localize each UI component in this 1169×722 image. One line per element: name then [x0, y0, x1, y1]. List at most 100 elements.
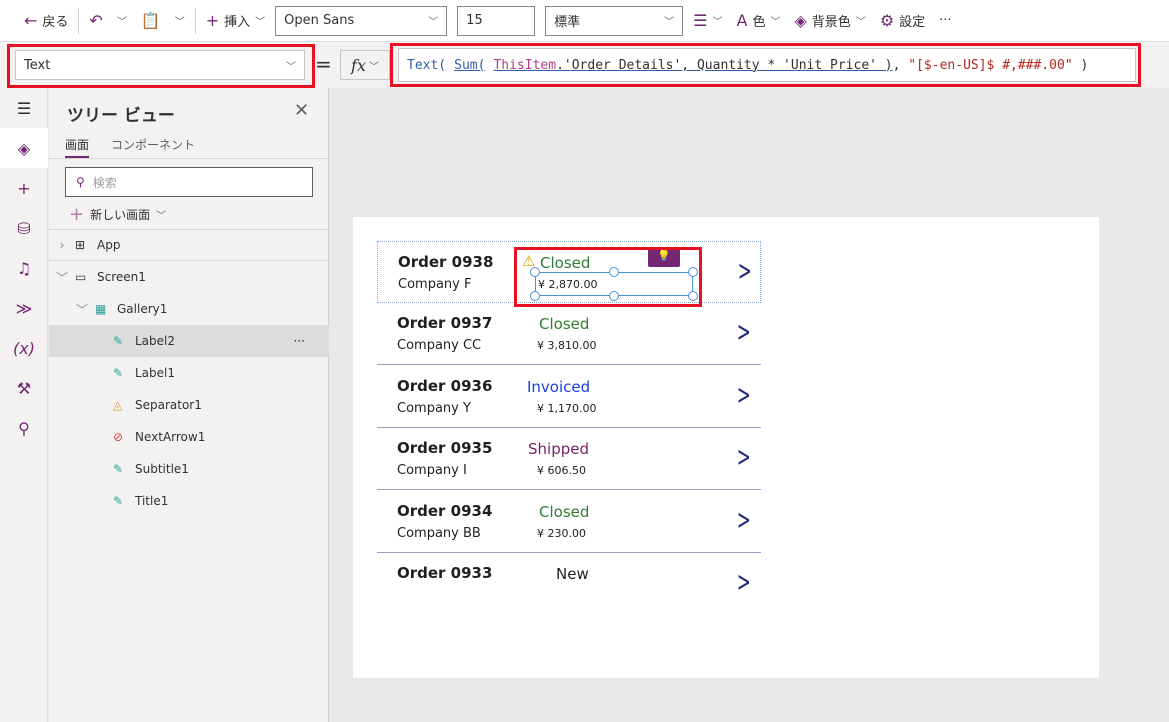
search-input[interactable]: ⚲ 検索: [65, 167, 313, 197]
company-subtitle: Company I: [397, 463, 467, 479]
tree-node-nextarrow1[interactable]: ⊘ NextArrow1: [49, 421, 329, 453]
settings-button[interactable]: ⚙ 設定: [876, 11, 929, 30]
next-arrow-icon[interactable]: >: [738, 254, 752, 287]
order-title: Order 0938: [398, 253, 494, 271]
status-label: Closed: [539, 315, 590, 334]
gallery-item[interactable]: Order 0937 Company CC Closed ¥ 3,810.00 …: [377, 303, 761, 366]
next-arrow-icon[interactable]: >: [737, 565, 751, 593]
plus-icon[interactable]: +: [0, 168, 48, 208]
power-automate-icon[interactable]: ≫: [0, 288, 48, 328]
next-arrow-icon[interactable]: >: [737, 503, 751, 536]
tree-node-title1[interactable]: ✎ Title1: [49, 485, 329, 517]
paste-button[interactable]: 📋: [137, 11, 165, 30]
order-title: Order 0934: [397, 501, 493, 520]
label-icon: ✎: [113, 494, 124, 508]
gallery-item[interactable]: Order 0938 Company F Closed ¥ 2,870.00 >…: [377, 241, 761, 307]
font-size-input[interactable]: 15: [457, 5, 536, 36]
order-title: Order 0936: [397, 376, 493, 395]
tree-node-label1[interactable]: ✎ Label1: [49, 357, 329, 389]
status-label: Invoiced: [527, 377, 591, 396]
align-button[interactable]: ☰ ﹀: [689, 11, 726, 30]
highlight-box: [390, 43, 1141, 87]
gallery-item[interactable]: Order 0936 Company Y Invoiced ¥ 1,170.00…: [377, 366, 761, 428]
chevron-down-icon: ﹀: [428, 17, 439, 28]
search-icon: ⚲: [76, 175, 85, 189]
equals-sign: =: [315, 52, 332, 76]
divider: [194, 7, 196, 34]
tree-node-subtitle1[interactable]: ✎ Subtitle1: [49, 453, 329, 485]
status-label: New: [556, 565, 589, 583]
chevron-down-icon: ﹀: [174, 17, 185, 28]
screen-icon: ▭: [75, 270, 87, 284]
new-screen-button[interactable]: + 新しい画面 ﹀: [69, 204, 166, 225]
formula-bar: Text ﹀ = fx ﹀ Text(Sum(ThisItem .'Order Det…: [0, 42, 1169, 88]
amount-label: ¥ 3,810.00: [537, 339, 597, 353]
background-color-button[interactable]: ◈ 背景色 ﹀: [790, 11, 869, 30]
tab-screens[interactable]: 画面: [65, 136, 90, 158]
fx-button[interactable]: fx ﹀: [340, 50, 390, 80]
clipboard-icon: 📋: [140, 11, 161, 30]
amount-label: ¥ 230.00: [537, 526, 586, 540]
media-icon[interactable]: ♫: [0, 248, 48, 288]
chevron-down-icon: ﹀: [855, 17, 866, 28]
company-subtitle: Company Y: [397, 400, 471, 416]
more-options-icon[interactable]: ···: [294, 334, 305, 348]
gallery-item[interactable]: Order 0933 New >: [377, 553, 761, 593]
app-canvas: Order 0938 Company F Closed ¥ 2,870.00 >…: [353, 217, 1099, 678]
more-button[interactable]: ···: [935, 13, 955, 28]
company-subtitle: Company F: [398, 277, 472, 292]
highlight-box: [514, 247, 702, 307]
chevron-down-icon: ﹀: [116, 17, 127, 28]
insert-button[interactable]: + 挿入 ﹀: [202, 11, 269, 30]
order-title: Order 0937: [397, 314, 493, 333]
hamburger-menu-icon[interactable]: ☰: [0, 88, 48, 128]
status-label: Shipped: [528, 440, 589, 459]
variables-icon[interactable]: (x): [0, 328, 48, 368]
tree-node-app[interactable]: › ⊞ App: [49, 229, 329, 261]
company-subtitle: Company BB: [397, 525, 481, 541]
left-rail: ☰ ◈ + ⛁ ♫ ≫ (x) ⚒ ⚲: [0, 88, 48, 722]
search-icon[interactable]: ⚲: [0, 408, 48, 448]
toolbar: ← 戻る ↶ ﹀ 📋 ﹀ + 挿入 ﹀ Open Sans ﹀ 15 標準 ﹀ ☰ ﹀ A色…: [0, 0, 1169, 42]
gallery-item[interactable]: Order 0935 Company I Shipped ¥ 606.50 >: [377, 428, 761, 491]
icons-icon: ⊘: [113, 430, 124, 444]
layers-icon[interactable]: ◈: [0, 128, 48, 168]
next-arrow-icon[interactable]: >: [737, 440, 751, 473]
tools-icon[interactable]: ⚒: [0, 368, 48, 408]
tree-node-gallery1[interactable]: ﹀ ▦ Gallery1: [49, 293, 329, 325]
database-icon[interactable]: ⛁: [0, 208, 48, 248]
pane-title: ツリー ビュー: [67, 106, 175, 126]
font-weight-select[interactable]: 標準 ﹀: [545, 5, 684, 36]
chevron-down-icon: ﹀: [368, 61, 379, 73]
chevron-down-icon: ﹀: [664, 17, 675, 28]
chevron-down-icon: ﹀: [770, 17, 781, 28]
undo-dropdown[interactable]: ﹀: [113, 13, 131, 28]
next-arrow-icon[interactable]: >: [737, 315, 751, 348]
align-icon: ☰: [693, 11, 708, 30]
chevron-down-icon: ﹀: [712, 17, 723, 28]
undo-button[interactable]: ↶: [85, 11, 106, 30]
chevron-right-icon: ›: [59, 238, 65, 252]
color-button[interactable]: A 色 ﹀: [733, 11, 785, 30]
back-arrow-icon: ←: [24, 11, 38, 30]
label-icon: ✎: [113, 334, 124, 348]
tab-components[interactable]: コンポーネント: [111, 136, 195, 153]
tree-node-screen1[interactable]: ﹀ ▭ Screen1: [49, 261, 329, 293]
gallery-item[interactable]: Order 0934 Company BB Closed ¥ 230.00 >: [377, 491, 761, 553]
status-label: Closed: [539, 502, 590, 521]
chevron-down-icon: ﹀: [75, 302, 88, 317]
paste-dropdown[interactable]: ﹀: [171, 13, 189, 28]
company-subtitle: Company CC: [397, 338, 482, 354]
gallery-icon: ▦: [95, 302, 107, 316]
amount-label: ¥ 606.50: [537, 464, 586, 478]
tree-node-separator1[interactable]: ◬ Separator1: [49, 389, 329, 421]
tree-view-pane: ツリー ビュー ✕ 画面 コンポーネント ⚲ 検索 + 新しい画面 ﹀ › ⊞ App ﹀…: [49, 88, 329, 722]
back-button[interactable]: ← 戻る: [20, 11, 72, 30]
next-arrow-icon[interactable]: >: [737, 378, 751, 411]
chevron-down-icon: ﹀: [255, 17, 266, 28]
close-icon[interactable]: ✕: [294, 100, 309, 121]
tree-node-label2[interactable]: ✎ Label2 ···: [49, 325, 329, 357]
highlight-box: [7, 44, 315, 88]
font-select[interactable]: Open Sans ﹀: [275, 5, 448, 36]
label-icon: ✎: [113, 462, 124, 476]
